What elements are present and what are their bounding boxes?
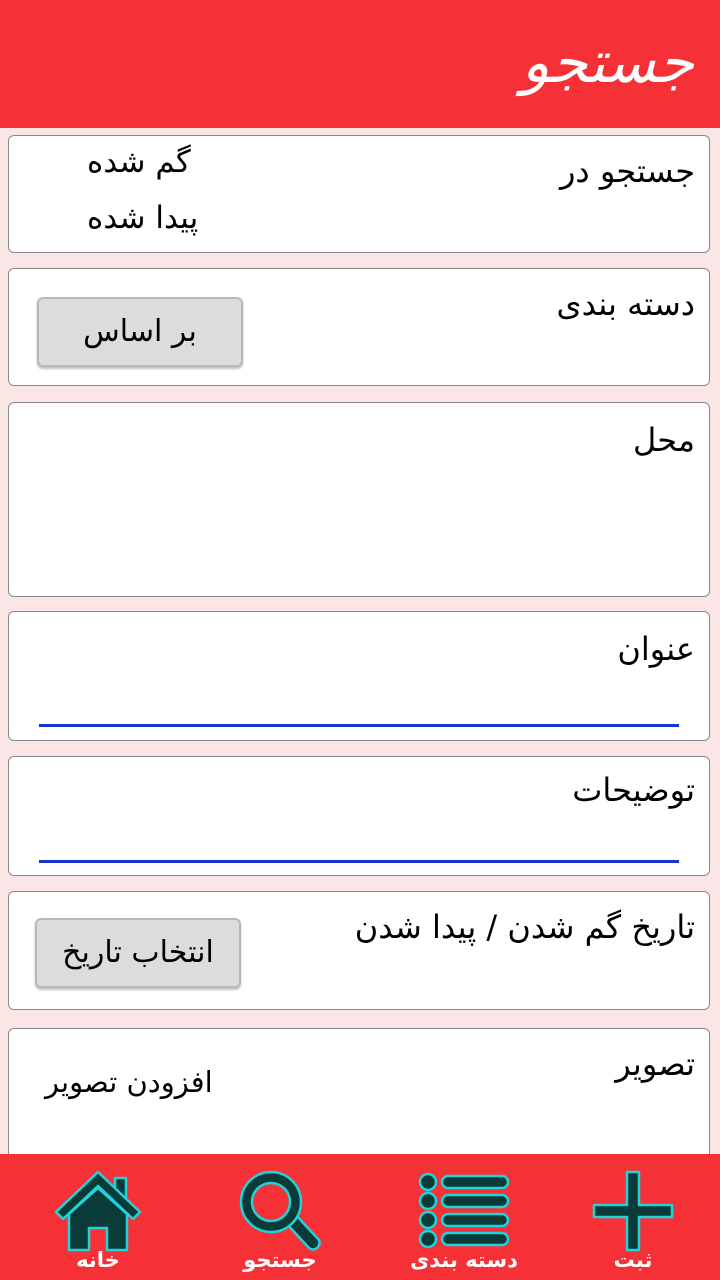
title-label: عنوان (617, 630, 695, 668)
nav-label-search: جستجو (243, 1248, 317, 1272)
page-title: جستجو (521, 28, 695, 96)
bottom-nav: ثبت دسته بندی جستجو خانه (0, 1154, 720, 1280)
home-icon (54, 1170, 142, 1252)
search-in-card: جستجو در گم شده پیدا شده (8, 135, 710, 253)
nav-item-search[interactable]: جستجو (210, 1154, 350, 1280)
location-label: محل (632, 421, 695, 459)
description-label: توضیحات (572, 771, 695, 809)
title-card: عنوان (8, 611, 710, 741)
image-card: تصویر افزودن تصویر (8, 1028, 710, 1168)
option-found[interactable]: پیدا شده (87, 200, 198, 236)
nav-item-categories[interactable]: دسته بندی (394, 1154, 534, 1280)
date-label: تاریخ گم شدن / پیدا شدن (354, 908, 695, 946)
category-label: دسته بندی (556, 285, 695, 323)
list-icon (418, 1172, 510, 1249)
nav-item-register[interactable]: ثبت (563, 1154, 703, 1280)
nav-label-home: خانه (76, 1248, 120, 1272)
date-card: تاریخ گم شدن / پیدا شدن انتخاب تاریخ (8, 891, 710, 1010)
image-label: تصویر (615, 1045, 695, 1083)
description-card: توضیحات (8, 756, 710, 876)
add-image-button[interactable]: افزودن تصویر (45, 1065, 213, 1099)
select-date-button[interactable]: انتخاب تاریخ (35, 918, 241, 988)
search-icon (239, 1170, 321, 1251)
plus-icon (592, 1170, 674, 1252)
title-input[interactable] (39, 684, 679, 727)
nav-item-home[interactable]: خانه (28, 1154, 168, 1280)
app-header: جستجو (0, 0, 720, 128)
category-select-button[interactable]: بر اساس (37, 297, 243, 367)
nav-label-categories: دسته بندی (410, 1248, 518, 1272)
location-card[interactable]: محل (8, 402, 710, 597)
category-card: دسته بندی بر اساس (8, 268, 710, 386)
option-lost[interactable]: گم شده (87, 144, 191, 180)
search-in-label: جستجو در (559, 152, 695, 190)
description-input[interactable] (39, 820, 679, 863)
nav-label-register: ثبت (613, 1248, 653, 1272)
